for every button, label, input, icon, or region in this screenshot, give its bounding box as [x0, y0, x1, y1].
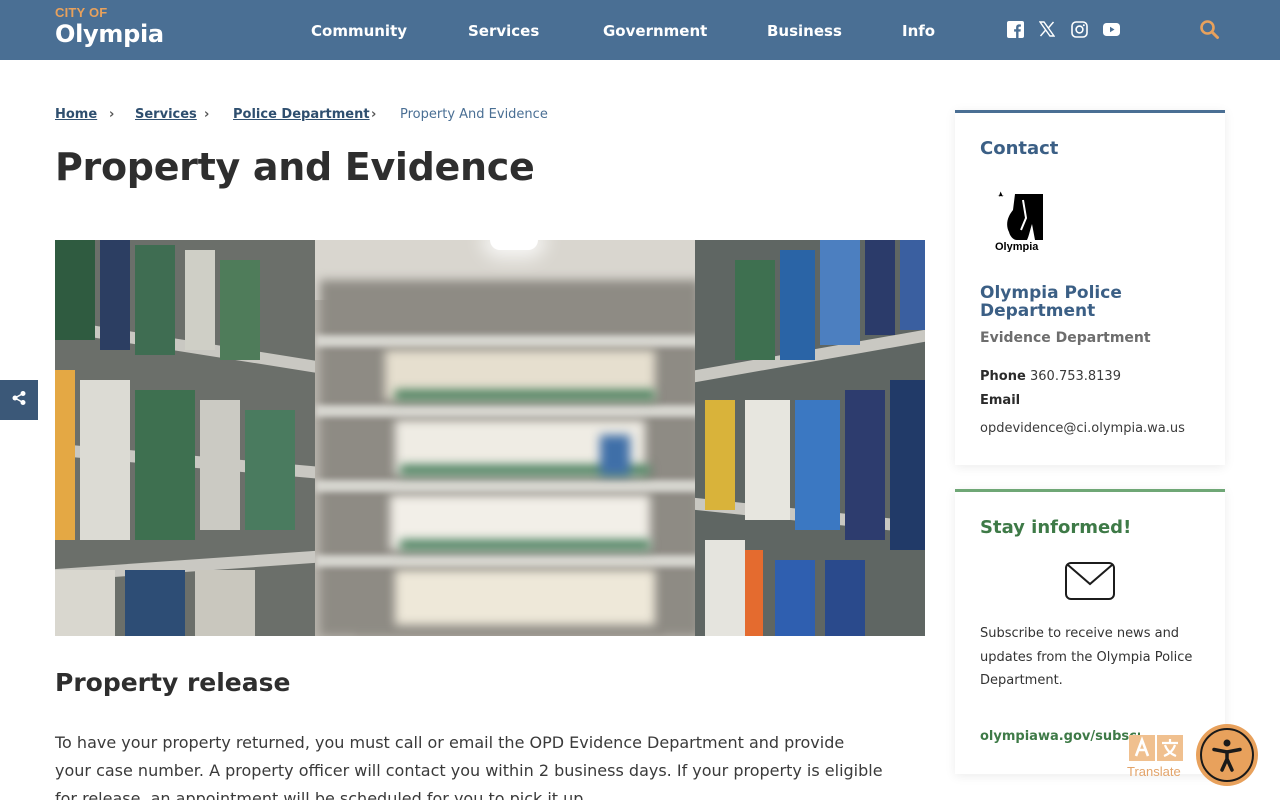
translate-icon	[1129, 733, 1183, 765]
instagram-icon[interactable]	[1070, 20, 1088, 38]
envelope-icon	[1065, 562, 1115, 600]
nav-services[interactable]: Services	[468, 20, 539, 42]
property-release-paragraph: To have your property returned, you must…	[55, 733, 883, 800]
translate-button[interactable]: Translate	[1122, 730, 1188, 782]
breadcrumb-home[interactable]: Home	[55, 106, 97, 124]
share-button[interactable]	[0, 380, 38, 420]
nav-info[interactable]: Info	[902, 20, 935, 42]
nav-government[interactable]: Government	[603, 20, 707, 42]
youtube-icon[interactable]	[1102, 20, 1120, 38]
organization-name: Olympia Police Department	[980, 283, 1122, 321]
breadcrumb-separator: ›	[109, 107, 115, 122]
phone-label: Phone	[980, 369, 1026, 384]
accessibility-button[interactable]	[1196, 724, 1258, 786]
accessibility-icon	[1200, 728, 1254, 782]
contact-card-title: Contact	[980, 138, 1059, 159]
email-label: Email	[980, 393, 1021, 408]
email-link[interactable]: opdevidence@ci.olympia.wa.us	[980, 420, 1185, 438]
subscribe-link[interactable]: olympiawa.gov/subscribe	[980, 727, 1140, 747]
logo-small-text: CITY OF	[55, 5, 108, 20]
contact-card: Contact Olympia Olympia Police Departmen…	[955, 110, 1225, 465]
share-icon	[11, 390, 27, 410]
facebook-icon[interactable]	[1006, 20, 1024, 38]
stay-informed-title: Stay informed!	[980, 517, 1132, 538]
page-title: Property and Evidence	[55, 145, 535, 189]
phone-number[interactable]: 360.753.8139	[1030, 368, 1121, 386]
subscribe-description: Subscribe to receive news and updates fr…	[980, 626, 1193, 688]
search-icon[interactable]	[1199, 19, 1221, 41]
x-icon[interactable]	[1038, 20, 1056, 38]
breadcrumb-separator: ›	[371, 107, 377, 122]
breadcrumb-services[interactable]: Services	[135, 106, 197, 124]
translate-label: Translate	[1127, 764, 1181, 779]
breadcrumb-separator: ›	[204, 107, 210, 122]
logo-text: Olympia	[995, 241, 1039, 252]
city-logo[interactable]: CITY OF Olympia	[55, 6, 164, 49]
site-header: CITY OF Olympia Community Services Gover…	[0, 0, 1280, 60]
section-title: Property release	[55, 668, 291, 697]
olympia-police-logo-icon: Olympia	[995, 188, 1047, 253]
nav-community[interactable]: Community	[311, 20, 407, 42]
library-shelves-image	[55, 240, 925, 636]
logo-big-text: Olympia	[55, 20, 164, 48]
breadcrumb-police-department[interactable]: Police Department	[233, 106, 370, 124]
nav-business[interactable]: Business	[767, 20, 842, 42]
department-name: Evidence Department	[980, 330, 1151, 346]
breadcrumb-current: Property And Evidence	[400, 107, 548, 122]
